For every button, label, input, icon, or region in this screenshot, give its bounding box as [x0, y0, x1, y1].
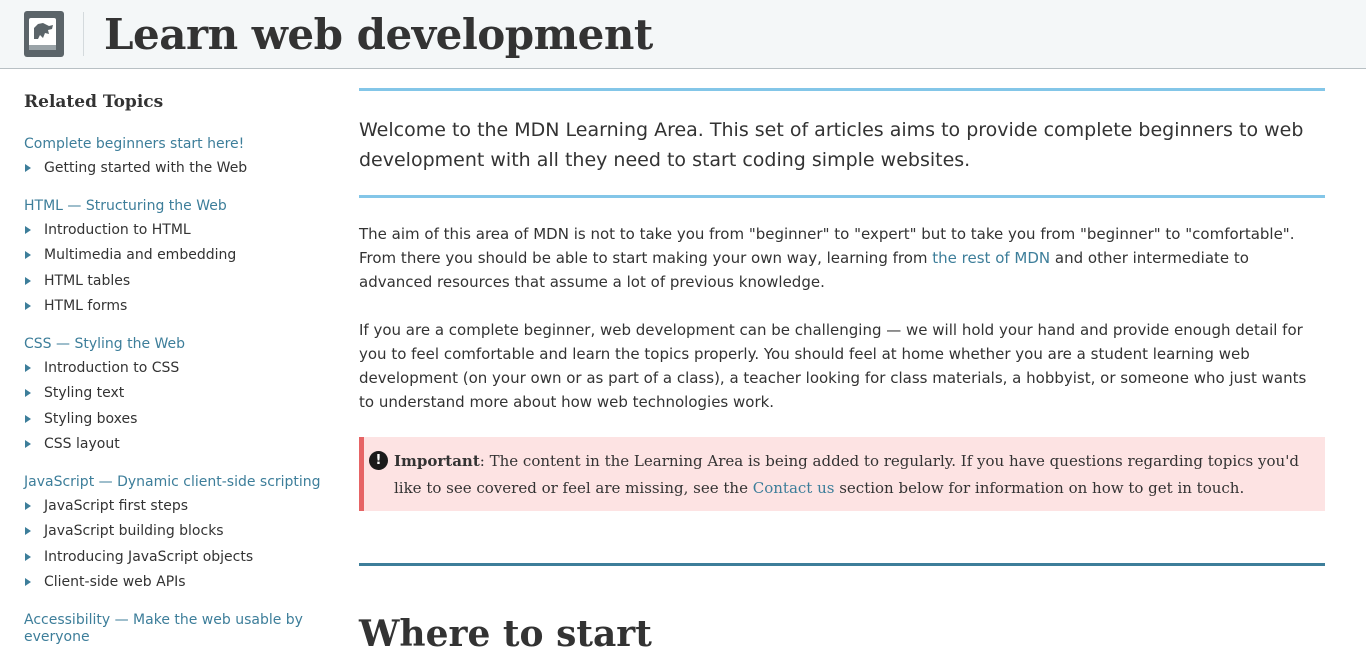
sidebar-group-javascript: JavaScript — Dynamic client-side scripti… — [24, 474, 324, 598]
page-header: Learn web development — [0, 0, 1366, 69]
caret-right-icon — [25, 552, 31, 561]
sidebar-group-html: HTML — Structuring the Web Introduction … — [24, 198, 324, 322]
sidebar-item-label: Introducing JavaScript objects — [44, 548, 254, 565]
note-text-after: section below for information on how to … — [834, 479, 1245, 497]
sidebar-group-css: CSS — Styling the Web Introduction to CS… — [24, 336, 324, 460]
sidebar-item-intro-css[interactable]: Introduction to CSS — [24, 358, 324, 384]
sidebar-item-js-first-steps[interactable]: JavaScript first steps — [24, 496, 324, 522]
sidebar-group-title-html[interactable]: HTML — Structuring the Web — [24, 198, 324, 215]
sidebar-heading: Related Topics — [24, 92, 164, 112]
sidebar-group-title-accessibility[interactable]: Accessibility — Make the web usable by e… — [24, 612, 324, 646]
header-divider — [83, 12, 84, 56]
paragraph-aim: The aim of this area of MDN is not to ta… — [359, 222, 1325, 294]
rest-of-mdn-link[interactable]: the rest of MDN — [932, 249, 1050, 267]
sidebar-item-label: Introduction to HTML — [44, 221, 191, 238]
sidebar-item-getting-started[interactable]: Getting started with the Web — [24, 158, 324, 184]
caret-right-icon — [25, 414, 31, 423]
exclamation-icon: ! — [369, 451, 388, 470]
section-divider — [359, 563, 1325, 566]
caret-right-icon — [25, 501, 31, 510]
sidebar-group-title-javascript[interactable]: JavaScript — Dynamic client-side scripti… — [24, 474, 324, 491]
caret-right-icon — [25, 225, 31, 234]
sidebar-item-label: Multimedia and embedding — [44, 247, 237, 263]
intro-top-rule — [359, 88, 1325, 91]
sidebar-group-title-css[interactable]: CSS — Styling the Web — [24, 336, 324, 353]
sidebar-item-web-apis[interactable]: Client-side web APIs — [24, 572, 324, 598]
sidebar-group-beginners: Complete beginners start here! Getting s… — [24, 136, 324, 184]
sidebar-item-label: JavaScript building blocks — [44, 523, 224, 539]
sidebar-item-label: HTML forms — [44, 298, 128, 314]
sidebar-item-multimedia[interactable]: Multimedia and embedding — [24, 245, 324, 271]
page-title: Learn web development — [104, 10, 653, 59]
sidebar-item-html-forms[interactable]: HTML forms — [24, 296, 324, 322]
sidebar-item-html-tables[interactable]: HTML tables — [24, 271, 324, 297]
important-note: ! Important: The content in the Learning… — [359, 437, 1325, 511]
paragraph-beginner: If you are a complete beginner, web deve… — [359, 321, 1307, 411]
section-title-where-to-start: Where to start — [359, 613, 652, 655]
intro-summary: Welcome to the MDN Learning Area. This s… — [359, 119, 1304, 171]
sidebar-item-label: CSS layout — [44, 436, 120, 452]
caret-right-icon — [25, 251, 31, 259]
sidebar-item-styling-text[interactable]: Styling text — [24, 383, 324, 409]
caret-right-icon — [25, 578, 31, 586]
sidebar-item-intro-html[interactable]: Introduction to HTML — [24, 220, 324, 246]
sidebar-item-css-layout[interactable]: CSS layout — [24, 434, 324, 460]
sidebar-item-label: Getting started with the Web — [44, 160, 248, 176]
caret-right-icon — [25, 302, 31, 310]
note-label: Important — [394, 452, 480, 470]
intro-bottom-rule — [359, 195, 1325, 198]
sidebar-group-title-beginners[interactable]: Complete beginners start here! — [24, 136, 324, 153]
caret-right-icon — [25, 440, 31, 448]
sidebar-item-label: JavaScript first steps — [44, 497, 189, 514]
contact-us-link[interactable]: Contact us — [753, 479, 835, 497]
sidebar-item-js-objects[interactable]: Introducing JavaScript objects — [24, 547, 324, 573]
sidebar-item-label: Styling boxes — [44, 410, 138, 427]
sidebar-item-styling-boxes[interactable]: Styling boxes — [24, 409, 324, 435]
sidebar-group-accessibility: Accessibility — Make the web usable by e… — [24, 612, 324, 646]
sidebar-item-js-building-blocks[interactable]: JavaScript building blocks — [24, 521, 324, 547]
caret-right-icon — [25, 527, 31, 535]
sidebar-item-label: Client-side web APIs — [44, 574, 186, 590]
caret-right-icon — [25, 164, 31, 172]
caret-right-icon — [25, 363, 31, 372]
caret-right-icon — [25, 389, 31, 397]
sidebar-item-label: HTML tables — [44, 272, 131, 289]
related-topics-sidebar: Related Topics Complete beginners start … — [24, 92, 324, 660]
caret-right-icon — [25, 276, 31, 285]
main-content: Welcome to the MDN Learning Area. This s… — [359, 88, 1325, 656]
mdn-book-logo-icon[interactable] — [24, 11, 64, 57]
sidebar-item-label: Styling text — [44, 385, 125, 401]
sidebar-item-label: Introduction to CSS — [44, 359, 180, 376]
